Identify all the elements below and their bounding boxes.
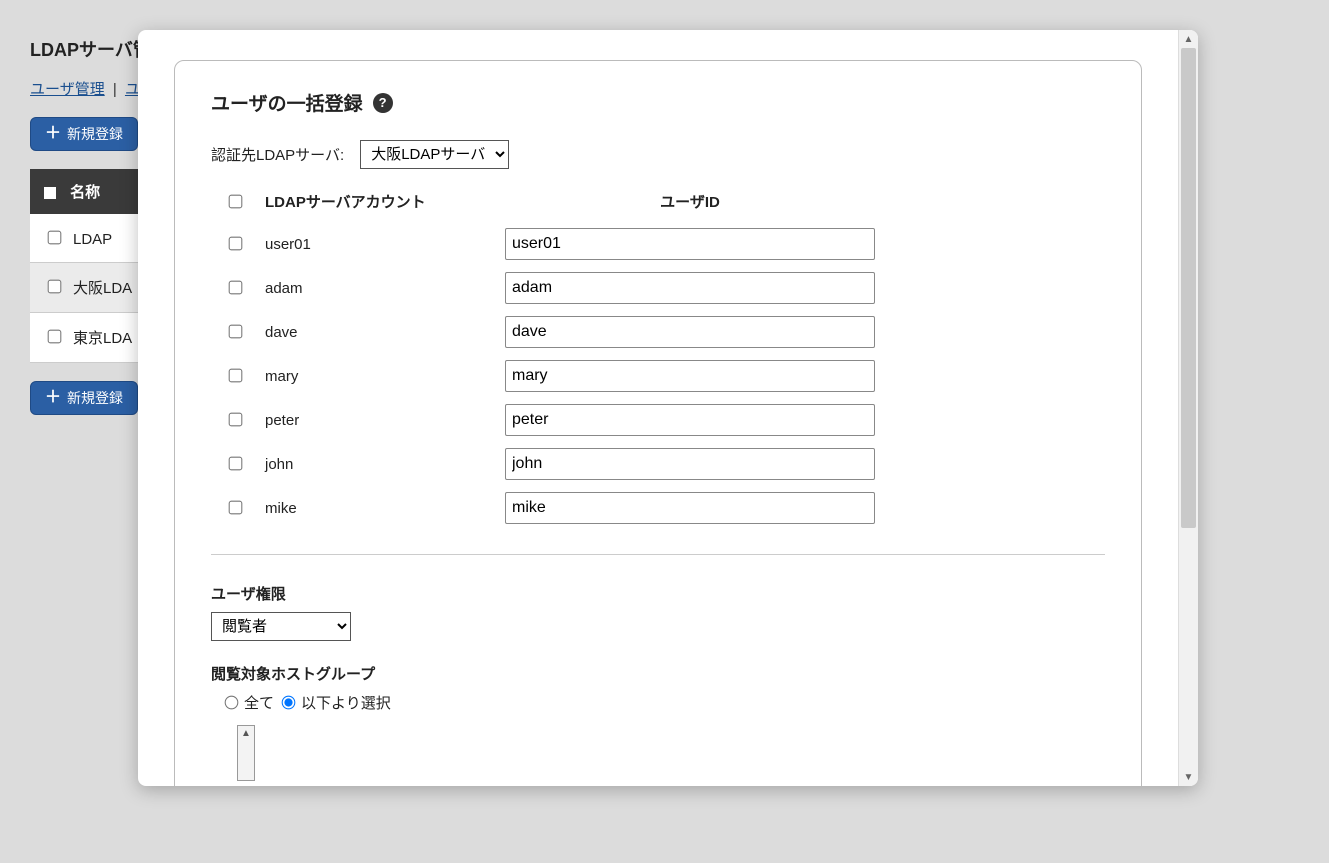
hostgroup-radio-select-label: 以下より選択	[301, 692, 391, 713]
col-header-account: LDAPサーバアカウント	[265, 191, 505, 216]
user-row-checkbox[interactable]	[229, 413, 243, 427]
user-account-cell: mary	[265, 368, 505, 385]
breadcrumb-link-user-mgmt[interactable]: ユーザ管理	[30, 81, 105, 98]
header-checkbox-icon[interactable]	[44, 187, 56, 199]
user-permission-select[interactable]: 閲覧者	[211, 612, 351, 641]
user-row-checkbox[interactable]	[229, 457, 243, 471]
new-register-button-bottom[interactable]: ＋ 新規登録	[30, 381, 138, 415]
help-icon[interactable]: ?	[373, 93, 393, 113]
user-id-input[interactable]	[505, 448, 875, 480]
col-header-userid: ユーザID	[505, 191, 875, 216]
user-account-cell: john	[265, 456, 505, 473]
user-account-cell: mike	[265, 500, 505, 517]
hostgroup-radio-select[interactable]	[282, 696, 296, 710]
section-divider	[211, 554, 1105, 555]
plus-icon: ＋	[45, 126, 61, 142]
user-id-input[interactable]	[505, 272, 875, 304]
dialog-scrollbar[interactable]: ▲ ▼	[1178, 30, 1198, 786]
new-register-label: 新規登録	[67, 388, 123, 408]
row-label: 大阪LDA	[73, 280, 132, 297]
row-checkbox[interactable]	[48, 280, 62, 294]
row-checkbox[interactable]	[48, 231, 62, 245]
hostgroup-label: 閲覧対象ホストグループ	[211, 663, 1105, 684]
hostgroup-radio-all-label: 全て	[244, 692, 274, 713]
user-account-cell: user01	[265, 236, 505, 253]
user-id-input[interactable]	[505, 360, 875, 392]
user-id-input[interactable]	[505, 316, 875, 348]
new-register-label: 新規登録	[67, 124, 123, 144]
new-register-button-top[interactable]: ＋ 新規登録	[30, 117, 138, 151]
hostgroup-radio-all[interactable]	[225, 696, 239, 710]
ldap-server-select[interactable]: 大阪LDAPサーバ	[360, 140, 509, 169]
scroll-down-icon[interactable]: ▼	[1179, 768, 1198, 786]
scroll-thumb[interactable]	[1181, 48, 1196, 528]
user-account-cell: adam	[265, 280, 505, 297]
breadcrumb-separator: |	[113, 81, 117, 98]
plus-icon: ＋	[45, 390, 61, 406]
bulk-register-dialog: ユーザの一括登録 ? 認証先LDAPサーバ: 大阪LDAPサーバ LDAPサーバ…	[138, 30, 1198, 786]
scroll-up-icon[interactable]: ▲	[1179, 30, 1198, 48]
user-id-input[interactable]	[505, 228, 875, 260]
user-account-cell: peter	[265, 412, 505, 429]
row-label: LDAP	[73, 231, 112, 248]
user-row-checkbox[interactable]	[229, 281, 243, 295]
user-id-input[interactable]	[505, 404, 875, 436]
user-account-cell: dave	[265, 324, 505, 341]
user-row-checkbox[interactable]	[229, 237, 243, 251]
user-row-checkbox[interactable]	[229, 325, 243, 339]
user-row-checkbox[interactable]	[229, 369, 243, 383]
dialog-title: ユーザの一括登録	[211, 89, 363, 116]
user-permission-label: ユーザ権限	[211, 583, 1105, 604]
chevron-up-icon: ▲	[241, 728, 251, 739]
hostgroup-listbox[interactable]: ▲	[237, 725, 255, 781]
ldap-server-label: 認証先LDAPサーバ:	[211, 144, 344, 165]
row-label: 東京LDA	[73, 330, 132, 347]
select-all-checkbox[interactable]	[229, 194, 243, 208]
user-id-input[interactable]	[505, 492, 875, 524]
row-checkbox[interactable]	[48, 330, 62, 344]
user-row-checkbox[interactable]	[229, 501, 243, 515]
